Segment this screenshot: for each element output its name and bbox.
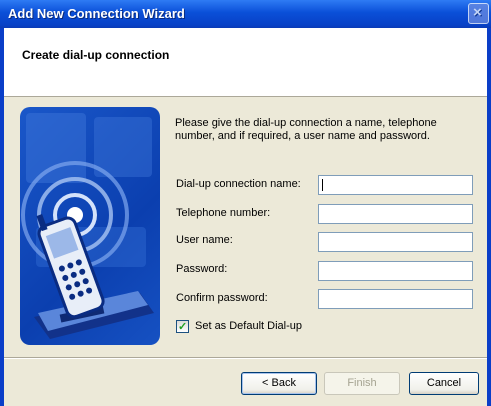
confirm-password-label: Confirm password: <box>176 292 268 304</box>
default-dialup-label[interactable]: Set as Default Dial-up <box>195 320 302 332</box>
finish-button[interactable]: Finish <box>324 372 400 395</box>
wizard-header: Create dial-up connection <box>4 28 487 97</box>
wizard-window: Add New Connection Wizard × Create dial-… <box>0 0 491 406</box>
wizard-content: Please give the dial-up connection a nam… <box>4 97 487 357</box>
dialup-name-field[interactable] <box>318 175 473 195</box>
user-name-label: User name: <box>176 234 233 246</box>
phone-modem-icon <box>20 107 160 345</box>
close-icon: × <box>473 4 482 21</box>
window-title: Add New Connection Wizard <box>8 6 185 21</box>
intro-text: Please give the dial-up connection a nam… <box>175 117 437 142</box>
password-label: Password: <box>176 263 228 275</box>
check-icon: ✓ <box>178 321 188 333</box>
title-bar[interactable]: Add New Connection Wizard × <box>0 0 491 28</box>
telephone-number-field[interactable] <box>318 204 473 224</box>
text-caret <box>322 179 323 191</box>
footer-divider <box>4 357 487 359</box>
dialup-name-label: Dial-up connection name: <box>176 178 301 190</box>
cancel-button[interactable]: Cancel <box>409 372 479 395</box>
back-button[interactable]: < Back <box>241 372 317 395</box>
telephone-number-label: Telephone number: <box>176 207 271 219</box>
page-title: Create dial-up connection <box>22 48 170 62</box>
password-field[interactable] <box>318 261 473 281</box>
user-name-field[interactable] <box>318 232 473 252</box>
close-button[interactable]: × <box>468 3 489 24</box>
default-dialup-checkbox[interactable]: ✓ <box>176 320 189 333</box>
confirm-password-field[interactable] <box>318 289 473 309</box>
